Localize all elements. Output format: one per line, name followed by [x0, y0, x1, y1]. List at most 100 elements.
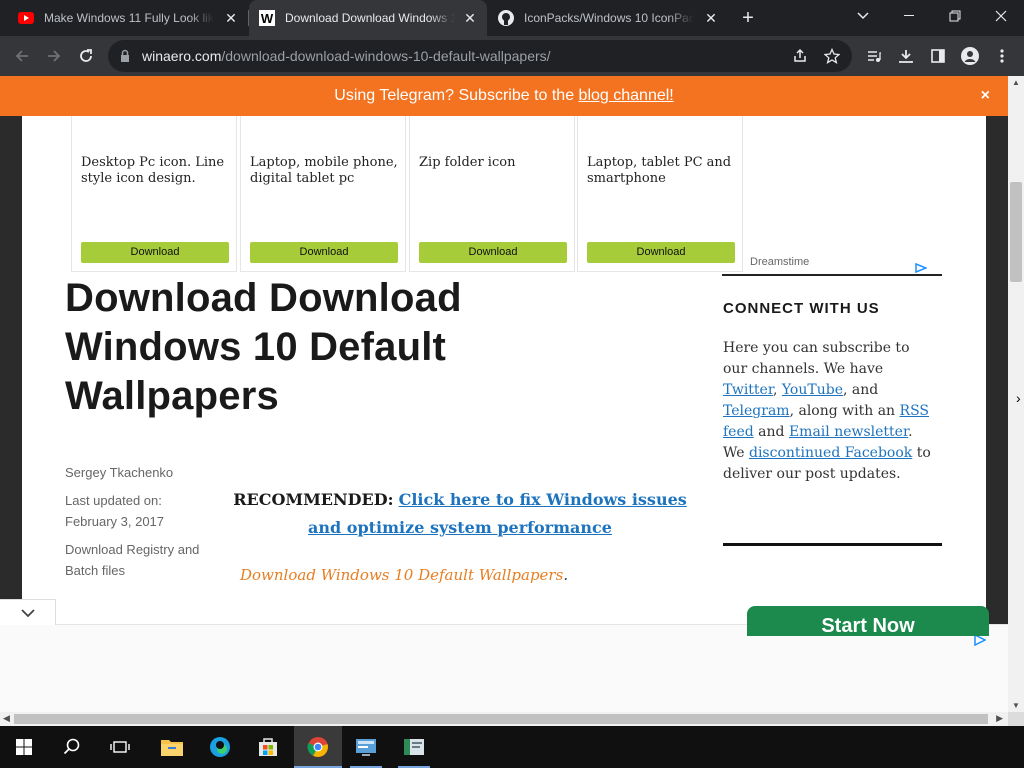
recommended-label: RECOMMENDED: [233, 490, 394, 509]
url-text: winaero.com/download-download-windows-10… [142, 48, 551, 64]
back-icon[interactable] [8, 42, 36, 70]
side-panel-icon[interactable] [924, 42, 952, 70]
telegram-notice-bar: Using Telegram? Subscribe to the blog ch… [0, 76, 1008, 116]
url-host: winaero.com [142, 48, 222, 64]
download-paragraph: Download Windows 10 Default Wallpapers. [240, 566, 568, 584]
bottom-ad-banner[interactable] [0, 624, 1008, 712]
tab-youtube[interactable]: Make Windows 11 Fully Look like ✕ [8, 0, 248, 36]
windows-logo-icon [16, 739, 32, 755]
tab-search-icon[interactable] [840, 0, 886, 32]
updated-date: February 3, 2017 [65, 514, 165, 529]
text-fragment: Here you can subscribe to our channels. … [723, 340, 910, 377]
address-bar[interactable]: winaero.com/download-download-windows-10… [108, 40, 852, 72]
ad-description: Zip folder icon [419, 155, 516, 170]
edge-icon[interactable] [196, 726, 244, 768]
ad-card[interactable]: Desktop Pc icon. Line style icon design.… [71, 116, 237, 272]
text-fragment: , along with an [789, 403, 900, 419]
tab-github[interactable]: IconPacks/Windows 10 IconPack ✕ [488, 0, 728, 36]
text-fragment: and [753, 424, 789, 440]
ad-download-button[interactable]: Download [81, 242, 229, 263]
text-fragment: , and [842, 382, 879, 398]
winaero-icon: W [259, 10, 275, 26]
close-window-button[interactable] [978, 0, 1024, 32]
email-newsletter-link[interactable]: Email newsletter [789, 424, 908, 440]
blog-channel-link[interactable]: blog channel! [579, 87, 674, 104]
taskbar [0, 726, 1024, 768]
lock-icon[interactable] [120, 49, 130, 67]
tab-strip: Make Windows 11 Fully Look like ✕ W Down… [0, 0, 1024, 36]
twitter-link[interactable]: Twitter [723, 382, 773, 398]
period: . [563, 566, 569, 584]
telegram-link[interactable]: Telegram [723, 403, 790, 419]
media-control-icon[interactable] [860, 42, 888, 70]
ad-card[interactable]: Zip folder icon Download [409, 116, 575, 272]
scroll-right-arrow[interactable]: ▶ [996, 713, 1003, 724]
ad-description: Desktop Pc icon. Line style icon design. [81, 155, 225, 186]
notice-text: Using Telegram? Subscribe to the [334, 87, 579, 104]
scroll-corner [1008, 712, 1024, 726]
ad-source-label[interactable]: Dreamstime [750, 256, 809, 268]
close-tab-icon[interactable]: ✕ [461, 9, 479, 27]
youtube-icon [18, 10, 34, 26]
connect-heading: CONNECT WITH US [723, 300, 880, 317]
tab-title: IconPacks/Windows 10 IconPack [524, 11, 694, 25]
page-viewport: Using Telegram? Subscribe to the blog ch… [0, 76, 1008, 712]
page-title: Download Download Windows 10 Default Wal… [65, 276, 462, 418]
search-icon[interactable] [48, 726, 96, 768]
url-path: /download-download-windows-10-default-wa… [221, 48, 551, 64]
close-tab-icon[interactable]: ✕ [702, 9, 720, 27]
menu-kebab-icon[interactable] [988, 42, 1016, 70]
minimize-button[interactable] [886, 0, 932, 32]
connect-text: Here you can subscribe to our channels. … [723, 338, 933, 485]
start-button[interactable] [0, 726, 48, 768]
download-wallpapers-link[interactable]: Download Windows 10 Default Wallpapers [240, 566, 563, 584]
ad-description: Laptop, mobile phone, digital tablet pc [250, 155, 398, 186]
ad-description: Laptop, tablet PC and smartphone [587, 155, 732, 186]
remote-desktop-icon[interactable] [342, 726, 390, 768]
profile-icon[interactable] [956, 42, 984, 70]
mouse-cursor-icon: › [1016, 390, 1021, 406]
text-fragment: . [908, 424, 913, 440]
start-now-button[interactable]: Start Now [747, 606, 989, 636]
app-window-icon[interactable] [390, 726, 438, 768]
reload-icon[interactable] [72, 42, 100, 70]
tab-winaero[interactable]: W Download Download Windows 10 ✕ [249, 0, 487, 36]
divider [722, 274, 942, 276]
scroll-down-arrow[interactable]: ▼ [1012, 701, 1020, 710]
tab-title: Download Download Windows 10 [285, 11, 455, 25]
github-icon [498, 10, 514, 26]
ad-download-button[interactable]: Download [250, 242, 398, 263]
screen: Make Windows 11 Fully Look like ✕ W Down… [0, 0, 1024, 768]
chevron-down-icon [20, 608, 35, 617]
collapse-ad-button[interactable] [0, 599, 56, 625]
forward-icon[interactable] [40, 42, 68, 70]
scroll-thumb[interactable] [1010, 182, 1022, 282]
bookmark-star-icon[interactable] [824, 48, 840, 64]
share-icon[interactable] [792, 48, 808, 64]
category-link[interactable]: Download Registry and Batch files [65, 539, 205, 581]
author-link[interactable]: Sergey Tkachenko [65, 462, 173, 483]
download-icon[interactable] [892, 42, 920, 70]
updated-label: Last updated on: [65, 493, 162, 508]
chrome-icon[interactable] [294, 726, 342, 768]
scroll-left-arrow[interactable]: ◀ [3, 713, 10, 724]
store-icon[interactable] [244, 726, 292, 768]
youtube-link[interactable]: YouTube [782, 382, 843, 398]
scroll-up-arrow[interactable]: ▲ [1012, 78, 1020, 87]
file-explorer-icon[interactable] [148, 726, 196, 768]
close-tab-icon[interactable]: ✕ [222, 9, 240, 27]
new-tab-button[interactable]: + [736, 6, 760, 30]
sidebar-divider [723, 543, 942, 546]
ad-download-button[interactable]: Download [419, 242, 567, 263]
ad-download-button[interactable]: Download [587, 242, 735, 263]
scroll-thumb[interactable] [14, 714, 988, 724]
restore-button[interactable] [932, 0, 978, 32]
notice-close-button[interactable]: × [981, 76, 990, 116]
task-view-icon[interactable] [96, 726, 144, 768]
horizontal-scrollbar[interactable]: ◀ ▶ [0, 712, 1008, 726]
ad-card[interactable]: Laptop, tablet PC and smartphone Downloa… [577, 116, 743, 272]
ad-card[interactable]: Laptop, mobile phone, digital tablet pc … [240, 116, 406, 272]
tab-title: Make Windows 11 Fully Look like [44, 11, 214, 25]
facebook-link[interactable]: discontinued Facebook [749, 445, 912, 461]
svg-text:W: W [261, 11, 274, 26]
